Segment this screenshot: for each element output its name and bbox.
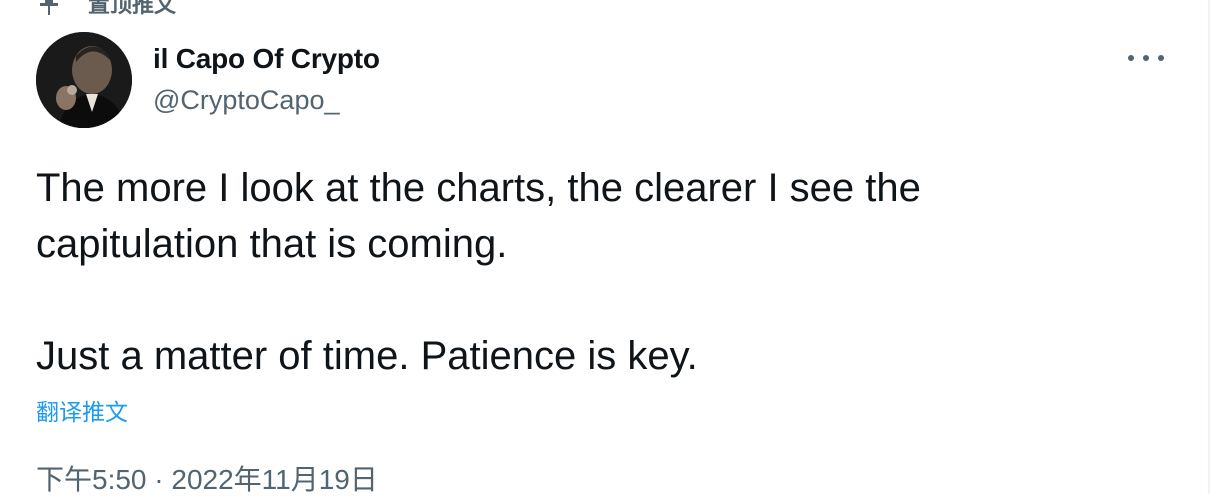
pinned-indicator: 置顶推文: [36, 0, 176, 18]
tweet-card: 置顶推文 il Capo Of Crypto @CryptoCapo_ The …: [0, 0, 1210, 495]
tweet-text: The more I look at the charts, the clear…: [36, 160, 1176, 384]
more-dot: [1128, 55, 1134, 61]
avatar[interactable]: [36, 32, 132, 128]
author-handle[interactable]: @CryptoCapo_: [153, 85, 340, 116]
pin-icon: [36, 0, 62, 16]
tweet-line: Just a matter of time. Patience is key.: [36, 334, 698, 378]
pinned-label: 置顶推文: [88, 0, 177, 17]
more-dot: [1143, 55, 1149, 61]
tweet-line: capitulation that is coming.: [36, 222, 508, 266]
more-dot: [1158, 55, 1164, 61]
more-icon[interactable]: [1128, 46, 1164, 70]
tweet-timestamp[interactable]: 下午5:50 · 2022年11月19日: [36, 458, 378, 498]
author-display-name[interactable]: il Capo Of Crypto: [153, 43, 380, 75]
tweet-line: The more I look at the charts, the clear…: [36, 166, 921, 210]
translate-link[interactable]: 翻译推文: [36, 393, 128, 427]
